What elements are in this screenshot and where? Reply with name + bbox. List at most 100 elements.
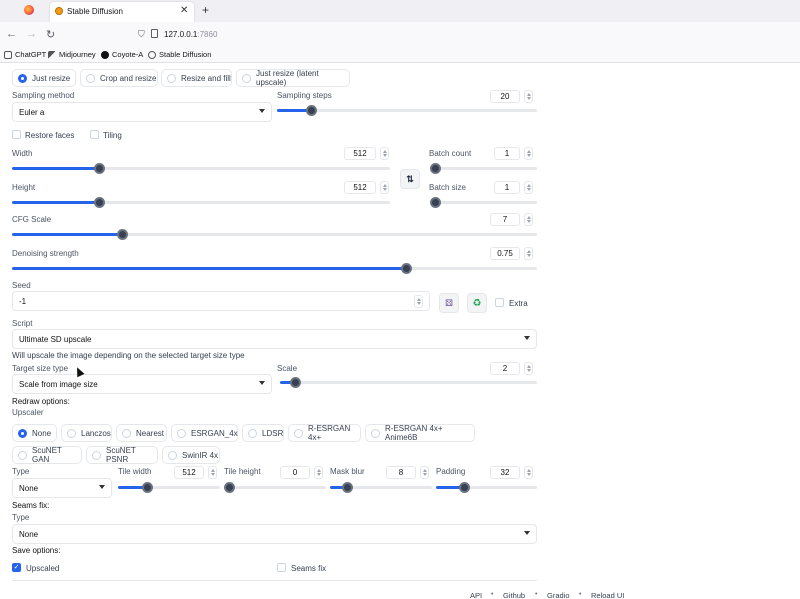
slider-handle[interactable]	[430, 197, 441, 208]
footer-link-reload-ui[interactable]: Reload UI	[591, 591, 624, 599]
browser-tab-stable-diffusion[interactable]: Stable Diffusion ✕	[50, 2, 194, 22]
close-tab-icon[interactable]: ✕	[180, 5, 188, 16]
mask-blur-stepper[interactable]	[420, 466, 429, 479]
seams-type-select[interactable]: None	[12, 524, 537, 544]
radio-dot	[18, 450, 27, 460]
slider-handle[interactable]	[224, 482, 235, 493]
tile-height-slider[interactable]	[224, 482, 326, 493]
footer-link-github[interactable]: Github	[503, 591, 525, 599]
batch-size-slider[interactable]	[430, 197, 537, 208]
tile-width-slider[interactable]	[118, 482, 220, 493]
random-seed-button[interactable]: ⚄	[439, 293, 459, 313]
radio-upscaler-r-esrgan-anime6b[interactable]: R-ESRGAN 4x+ Anime6B	[365, 424, 475, 442]
bookmark-stable-diffusion[interactable]: Stable Diffusion	[148, 50, 211, 59]
width-input[interactable]: 512	[344, 147, 376, 160]
denoising-strength-stepper[interactable]	[524, 247, 533, 260]
slider-handle[interactable]	[141, 482, 153, 493]
seed-input[interactable]: -1	[12, 291, 430, 311]
radio-crop-and-resize[interactable]: Crop and resize	[80, 69, 158, 87]
bookmark-coyote-a[interactable]: Coyote-A	[101, 50, 143, 59]
forward-icon[interactable]: →	[26, 28, 37, 40]
radio-upscaler-esrgan-4x[interactable]: ESRGAN_4x	[171, 424, 238, 442]
radio-just-resize-latent[interactable]: Just resize (latent upscale)	[236, 69, 350, 87]
cfg-scale-stepper[interactable]	[524, 213, 533, 226]
padding-stepper[interactable]	[524, 466, 533, 479]
redraw-type-select[interactable]: None	[12, 478, 112, 498]
shield-icon[interactable]: ⛉	[138, 29, 145, 40]
mask-blur-input[interactable]: 8	[386, 466, 416, 479]
width-stepper[interactable]	[380, 147, 389, 160]
radio-just-resize[interactable]: Just resize	[12, 69, 76, 87]
slider-handle[interactable]	[430, 163, 441, 174]
seams-fix-checkbox[interactable]	[277, 563, 286, 572]
height-input[interactable]: 512	[344, 181, 376, 194]
tile-width-stepper[interactable]	[208, 466, 217, 479]
radio-upscaler-none[interactable]: None	[12, 424, 57, 442]
footer-link-api[interactable]: API	[470, 591, 482, 599]
script-select[interactable]: Ultimate SD upscale	[12, 329, 537, 349]
padding-input[interactable]: 32	[490, 466, 520, 479]
extra-seed-checkbox[interactable]	[495, 298, 504, 307]
denoising-strength-input[interactable]: 0.75	[490, 247, 520, 260]
slider-fill	[12, 167, 99, 170]
cfg-scale-input[interactable]: 7	[490, 213, 520, 226]
sampling-steps-stepper[interactable]	[524, 90, 533, 103]
height-stepper[interactable]	[380, 181, 389, 194]
tile-height-stepper[interactable]	[314, 466, 323, 479]
denoising-strength-slider[interactable]	[12, 263, 537, 274]
bookmark-chatgpt[interactable]: ChatGPT	[4, 50, 46, 59]
back-icon[interactable]: ←	[6, 28, 17, 40]
radio-upscaler-swinir-4x[interactable]: SwinIR 4x	[162, 446, 220, 464]
slider-handle[interactable]	[305, 105, 317, 116]
sampling-steps-input[interactable]: 20	[490, 90, 520, 103]
padding-slider[interactable]	[436, 482, 537, 493]
radio-upscaler-r-esrgan-4x-plus[interactable]: R-ESRGAN 4x+	[288, 424, 361, 442]
slider-handle[interactable]	[342, 482, 354, 493]
scale-stepper[interactable]	[524, 362, 533, 375]
batch-count-slider[interactable]	[430, 163, 537, 174]
firefox-icon[interactable]	[24, 5, 34, 15]
script-label: Script	[12, 319, 33, 328]
slider-handle[interactable]	[117, 229, 129, 240]
sampling-method-select[interactable]: Euler a	[12, 102, 272, 122]
batch-count-input[interactable]: 1	[494, 147, 520, 160]
footer-link-gradio[interactable]: Gradio	[547, 591, 570, 599]
new-tab-icon[interactable]: +	[202, 3, 209, 17]
radio-upscaler-nearest[interactable]: Nearest	[116, 424, 167, 442]
slider-handle[interactable]	[459, 482, 471, 493]
upscaled-checkbox[interactable]: ✓	[12, 563, 21, 572]
radio-upscaler-scunet-psnr[interactable]: ScuNET PSNR	[86, 446, 158, 464]
height-slider[interactable]	[12, 197, 390, 208]
batch-count-stepper[interactable]	[524, 147, 533, 160]
batch-size-stepper[interactable]	[524, 181, 533, 194]
radio-upscaler-ldsr[interactable]: LDSR	[242, 424, 284, 442]
radio-upscaler-scunet-gan[interactable]: ScuNET GAN	[12, 446, 82, 464]
reuse-seed-button[interactable]: ♻	[467, 293, 487, 313]
radio-resize-and-fill[interactable]: Resize and fill	[161, 69, 232, 87]
address-bar[interactable]: 127.0.0.1:7860	[164, 30, 217, 39]
width-slider[interactable]	[12, 163, 390, 174]
batch-size-input[interactable]: 1	[494, 181, 520, 194]
tile-height-input[interactable]: 0	[280, 466, 310, 479]
seams-fix-label: Seams fix	[291, 564, 327, 573]
target-size-type-select[interactable]: Scale from image size	[12, 374, 272, 394]
slider-handle[interactable]	[290, 377, 302, 388]
tile-width-input[interactable]: 512	[174, 466, 204, 479]
bookmark-midjourney[interactable]: Midjourney	[48, 50, 96, 59]
restore-faces-checkbox[interactable]	[12, 130, 21, 139]
scale-slider[interactable]	[280, 377, 537, 388]
radio-upscaler-lanczos[interactable]: Lanczos	[61, 424, 112, 442]
slider-handle[interactable]	[93, 197, 105, 208]
swap-dimensions-button[interactable]: ⇅	[400, 169, 420, 189]
sampling-steps-slider[interactable]	[277, 105, 537, 116]
cfg-scale-slider[interactable]	[12, 229, 537, 240]
bookmark-label: Midjourney	[59, 50, 96, 59]
mask-blur-slider[interactable]	[330, 482, 432, 493]
reload-icon[interactable]: ↻	[46, 28, 55, 41]
seed-stepper[interactable]	[414, 295, 423, 308]
slider-handle[interactable]	[93, 163, 105, 174]
tiling-checkbox[interactable]	[90, 130, 99, 139]
scale-input[interactable]: 2	[490, 362, 520, 375]
slider-handle[interactable]	[400, 263, 412, 274]
upscaler-label: Upscaler	[12, 408, 44, 417]
